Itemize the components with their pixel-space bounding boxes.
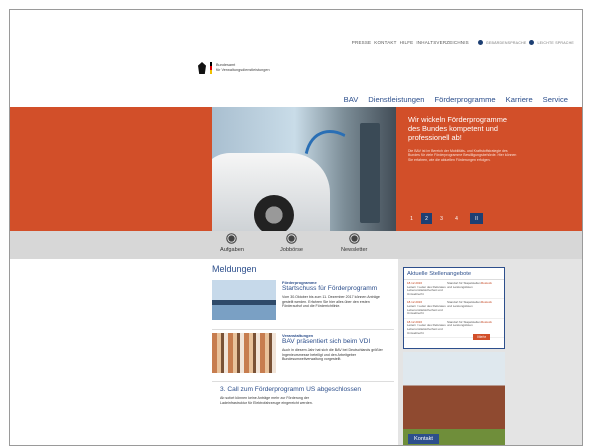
job-title: Leitern / Leiter des Referates Lebensmit… <box>407 284 446 296</box>
hero-image <box>212 107 396 231</box>
news-item[interactable]: 3. Call zum Förderprogramm US abgeschlos… <box>220 386 400 426</box>
job-location: Rostock <box>481 300 492 305</box>
german-flag-icon <box>210 62 212 74</box>
job-place: Standort für Stapelstellen und Leistungs… <box>447 300 481 308</box>
easy-language-icon[interactable] <box>529 40 535 45</box>
sitemap-link[interactable]: INHALTSVERZEICHNIS <box>416 40 469 45</box>
sign-language-icon[interactable] <box>477 40 483 45</box>
quick-links-bar: Aufgaben Jobbörse Newsletter <box>10 231 582 259</box>
job-row[interactable]: 18.12.2016 Leitern / Leiter des Referates… <box>404 280 504 300</box>
job-offers-heading: Aktuelle Stellenangebote <box>404 268 504 280</box>
nav-item-career[interactable]: Karriere <box>506 95 533 104</box>
easy-language-link[interactable]: LEICHTE SPRACHE <box>537 41 574 45</box>
crowd-image <box>212 333 276 373</box>
logo-text: Bundesamt für Verwaltungsdienstleistunge… <box>216 63 270 72</box>
federal-eagle-icon <box>198 62 206 74</box>
news-title[interactable]: Startschuss für Förderprogramm <box>282 285 390 293</box>
job-title: Leitern / Leiter des Referates Lebensmit… <box>407 303 446 316</box>
pause-button[interactable]: II <box>470 213 483 224</box>
logo-line-1: Bundesamt <box>216 63 236 68</box>
news-item[interactable]: Förderprogramme Startschuss für Förderpr… <box>212 280 392 324</box>
building-image <box>403 352 505 445</box>
job-location: Rostock <box>481 319 492 324</box>
nav-item-bav[interactable]: BAV <box>344 95 359 104</box>
job-location: Rostock <box>481 281 492 285</box>
contact-link[interactable]: KONTAKT <box>374 40 396 45</box>
news-title[interactable]: BAV präsentiert sich beim VDI <box>282 338 390 346</box>
help-link[interactable]: HILFE <box>400 40 414 45</box>
gear-icon <box>288 235 295 242</box>
divider <box>212 329 394 330</box>
job-place: Standort für Stapelstellen und Leistungs… <box>447 281 481 289</box>
pager-3[interactable]: 3 <box>436 213 447 224</box>
job-row[interactable]: 18.12.2016 Leitern / Leiter des Referates… <box>404 299 504 319</box>
utility-bar: PRESSE KONTAKT HILFE INHALTSVERZEICHNIS … <box>352 40 574 45</box>
cargo-ship-image <box>212 280 276 320</box>
press-link[interactable]: PRESSE <box>352 40 371 45</box>
browser-page: PRESSE KONTAKT HILFE INHALTSVERZEICHNIS … <box>9 9 583 446</box>
hero-text: Wir wickeln Förderprogramme des Bundes k… <box>408 115 520 162</box>
nav-item-funding[interactable]: Förderprogramme <box>434 95 495 104</box>
slider-pager: 1 2 3 4 II <box>406 213 483 224</box>
news-body: Ab sofort können keine Anträge mehr zur … <box>220 396 313 405</box>
gear-icon <box>351 235 358 242</box>
tile-label: Newsletter <box>341 247 368 253</box>
hero-title: Wir wickeln Förderprogramme des Bundes k… <box>408 115 507 143</box>
hero-banner: Wir wickeln Förderprogramme des Bundes k… <box>10 107 582 231</box>
contact-button[interactable]: Kontakt <box>408 434 439 444</box>
pager-1[interactable]: 1 <box>406 213 417 224</box>
nav-item-services[interactable]: Dienstleistungen <box>368 95 424 104</box>
wheel-shape <box>254 195 294 231</box>
tile-label: Jobbörse <box>280 247 304 253</box>
logo-line-2: für Verwaltungsdienstleistungen <box>216 68 270 72</box>
site-logo[interactable]: Bundesamt für Verwaltungsdienstleistunge… <box>198 62 270 74</box>
nav-item-service[interactable]: Service <box>543 95 568 104</box>
news-item[interactable]: Veranstaltungen BAV präsentiert sich bei… <box>212 333 392 377</box>
news-title[interactable]: 3. Call zum Förderprogramm US abgeschlos… <box>220 386 400 394</box>
news-body: Auch in diesem Jahr hat sich die BAV bei… <box>282 348 383 362</box>
tile-aufgaben[interactable]: Aufgaben <box>220 234 244 253</box>
pager-2[interactable]: 2 <box>421 213 432 224</box>
tile-label: Aufgaben <box>220 247 244 253</box>
main-navigation: BAV Dienstleistungen Förderprogramme Kar… <box>344 95 568 104</box>
hero-body: Die BAV ist im Bereich der Mobilitäts- u… <box>408 148 517 162</box>
pager-4[interactable]: 4 <box>451 213 462 224</box>
divider <box>212 381 394 382</box>
tile-jobboerse[interactable]: Jobbörse <box>280 234 303 253</box>
tile-newsletter[interactable]: Newsletter <box>341 234 367 253</box>
news-body: Vom 30.Oktober bis zum 11. Dezember 2017… <box>282 295 380 309</box>
more-button[interactable]: Mehr <box>473 334 490 340</box>
sign-language-link[interactable]: GEBÄRDENSPRACHE <box>486 41 527 45</box>
job-place: Standort für Stapelstellen und Leistungs… <box>447 319 481 328</box>
gear-icon <box>228 235 236 242</box>
news-heading: Meldungen <box>212 264 257 274</box>
job-title: Leitern / Leiter des Referates Lebensmit… <box>407 323 446 335</box>
job-offers-box: Aktuelle Stellenangebote 18.12.2016 Leite… <box>403 267 505 349</box>
